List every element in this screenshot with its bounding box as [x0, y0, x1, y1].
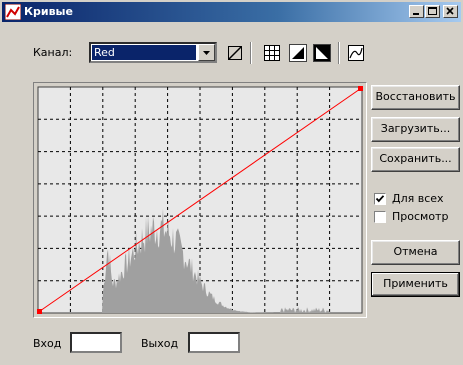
- save-button[interactable]: Сохранить...: [371, 147, 460, 172]
- checkmark-icon: [375, 195, 385, 203]
- toolbar-separator: [338, 42, 340, 64]
- minimize-button[interactable]: [409, 5, 424, 18]
- maximize-icon: [428, 7, 437, 15]
- curve-graph-frame: [33, 82, 367, 318]
- all-channels-checkbox[interactable]: [374, 193, 386, 205]
- curve-graph[interactable]: [34, 83, 366, 317]
- load-button[interactable]: Загрузить...: [371, 117, 460, 142]
- smooth-curve-icon[interactable]: [347, 44, 365, 62]
- close-button[interactable]: [443, 5, 458, 18]
- curves-dialog: Кривые Канал: Red Восстановить Загрузить…: [0, 0, 463, 365]
- preview-checkbox[interactable]: [374, 211, 386, 223]
- window-title: Кривые: [24, 5, 73, 18]
- channel-dropdown-button[interactable]: [198, 44, 215, 61]
- chevron-down-icon: [203, 51, 210, 55]
- cancel-button[interactable]: Отмена: [371, 240, 460, 265]
- curve-pencil-icon[interactable]: [226, 44, 244, 62]
- curve-point-end[interactable]: [358, 86, 363, 91]
- curves-app-icon: [5, 4, 21, 20]
- grid-icon[interactable]: [263, 44, 281, 62]
- channel-label: Канал:: [33, 46, 73, 59]
- reset-button[interactable]: Восстановить: [371, 85, 460, 110]
- channel-value: Red: [92, 45, 196, 60]
- input-field[interactable]: [70, 332, 122, 353]
- dark-triangle-icon[interactable]: [289, 44, 307, 62]
- close-icon: [446, 7, 454, 15]
- apply-button[interactable]: Применить: [371, 272, 460, 297]
- minimize-icon: [413, 13, 419, 15]
- title-bar[interactable]: Кривые: [2, 2, 461, 22]
- all-channels-label: Для всех: [392, 192, 444, 205]
- curve-point-start[interactable]: [37, 309, 42, 314]
- channel-select[interactable]: Red: [89, 42, 217, 63]
- input-label: Вход: [33, 337, 62, 350]
- preview-label: Просмотр: [392, 210, 449, 223]
- toolbar-separator: [250, 42, 252, 64]
- output-field[interactable]: [188, 332, 240, 353]
- light-triangle-icon[interactable]: [313, 44, 331, 62]
- maximize-button[interactable]: [425, 5, 440, 18]
- output-label: Выход: [141, 337, 179, 350]
